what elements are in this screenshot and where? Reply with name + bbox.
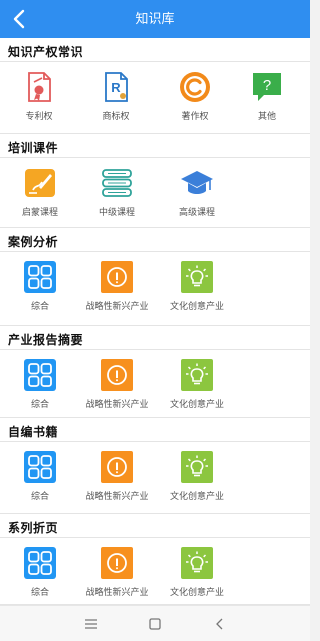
section-title: 自编书籍 xyxy=(8,425,59,439)
section-title: 知识产权常识 xyxy=(8,45,84,59)
patent-certificate-icon xyxy=(22,70,56,104)
category-tile[interactable]: 战略性新兴产业 xyxy=(82,350,152,420)
lightbulb-icon xyxy=(180,450,214,484)
info-circle-icon xyxy=(100,546,134,580)
category-tile[interactable]: 战略性新兴产业 xyxy=(82,538,152,608)
category-tile[interactable]: 高级课程 xyxy=(162,158,232,228)
category-label: 战略性新兴产业 xyxy=(85,587,149,597)
category-label: 战略性新兴产业 xyxy=(85,491,149,501)
back-arrow-icon xyxy=(216,618,223,630)
section-header: 系列折页 xyxy=(0,514,310,538)
section-grid: 启蒙课程 中级课程 高级课程 xyxy=(0,158,310,228)
category-tile[interactable]: R 商标权 xyxy=(81,62,151,132)
category-label: 商标权 xyxy=(102,111,130,121)
section-title: 案例分析 xyxy=(8,235,59,249)
category-tile[interactable]: 战略性新兴产业 xyxy=(82,252,152,322)
page-title: 知识库 xyxy=(135,11,175,26)
category-label: 战略性新兴产业 xyxy=(85,399,149,409)
info-circle-icon xyxy=(100,260,134,294)
svg-text:?: ? xyxy=(263,77,271,94)
category-label: 文化创意产业 xyxy=(169,491,224,501)
category-tile[interactable]: 中级课程 xyxy=(82,158,152,228)
grid-icon xyxy=(23,450,57,484)
category-tile[interactable]: 启蒙课程 xyxy=(5,158,75,228)
category-label: 中级课程 xyxy=(98,207,135,217)
top-bar: 知识库 xyxy=(0,0,310,38)
grid-icon xyxy=(23,260,57,294)
lightbulb-icon xyxy=(180,358,214,392)
copyright-icon xyxy=(178,70,212,104)
section-header: 案例分析 xyxy=(0,228,310,252)
category-label: 其他 xyxy=(257,111,276,121)
category-tile[interactable]: ? 其他 xyxy=(232,62,302,132)
section-grid: 综合 战略性新兴产业 文化创意产业 xyxy=(0,538,310,605)
section-title: 系列折页 xyxy=(8,521,59,535)
info-circle-icon xyxy=(100,450,134,484)
section-header: 知识产权常识 xyxy=(0,38,310,62)
grid-icon xyxy=(23,546,57,580)
stacked-books-icon xyxy=(100,166,134,200)
category-label: 文化创意产业 xyxy=(169,399,224,409)
menu-nav-button[interactable] xyxy=(81,615,101,633)
category-tile[interactable]: 综合 xyxy=(5,538,75,608)
section-title: 培训课件 xyxy=(8,141,59,155)
section-title: 产业报告摘要 xyxy=(8,333,84,347)
question-bubble-icon: ? xyxy=(250,70,284,104)
section-header: 培训课件 xyxy=(0,134,310,158)
category-tile[interactable]: 战略性新兴产业 xyxy=(82,442,152,512)
category-tile[interactable]: 文化创意产业 xyxy=(162,538,232,608)
section-grid: 综合 战略性新兴产业 文化创意产业 xyxy=(0,442,310,514)
back-nav-button[interactable] xyxy=(210,615,230,633)
category-label: 文化创意产业 xyxy=(169,587,224,597)
category-tile[interactable]: 文化创意产业 xyxy=(162,350,232,420)
section-header: 自编书籍 xyxy=(0,418,310,442)
trademark-document-icon: R xyxy=(99,70,133,104)
section-grid: 综合 战略性新兴产业 文化创意产业 xyxy=(0,252,310,326)
menu-icon xyxy=(85,619,97,629)
category-label: 文化创意产业 xyxy=(169,301,224,311)
category-tile[interactable]: 著作权 xyxy=(160,62,230,132)
home-nav-button[interactable] xyxy=(145,615,165,633)
category-tile[interactable]: 文化创意产业 xyxy=(162,252,232,322)
category-label: 高级课程 xyxy=(178,207,215,217)
category-tile[interactable]: 文化创意产业 xyxy=(162,442,232,512)
section-grid: 综合 战略性新兴产业 文化创意产业 xyxy=(0,350,310,418)
category-tile[interactable]: 综合 xyxy=(5,252,75,322)
graduation-cap-icon xyxy=(180,166,214,200)
category-tile[interactable]: 专利权 xyxy=(4,62,74,132)
lightbulb-icon xyxy=(180,260,214,294)
lightbulb-icon xyxy=(180,546,214,580)
category-tile[interactable]: 综合 xyxy=(5,350,75,420)
section-grid: 专利权 R 商标权 著作权 ? 其他 xyxy=(0,62,310,134)
info-circle-icon xyxy=(100,358,134,392)
home-square-icon xyxy=(149,618,161,630)
section-header: 产业报告摘要 xyxy=(0,326,310,350)
category-label: 战略性新兴产业 xyxy=(85,301,149,311)
svg-text:R: R xyxy=(111,80,121,95)
grid-icon xyxy=(23,358,57,392)
category-tile[interactable]: 综合 xyxy=(5,442,75,512)
writing-pen-icon xyxy=(23,166,57,200)
system-nav-bar xyxy=(0,605,310,641)
